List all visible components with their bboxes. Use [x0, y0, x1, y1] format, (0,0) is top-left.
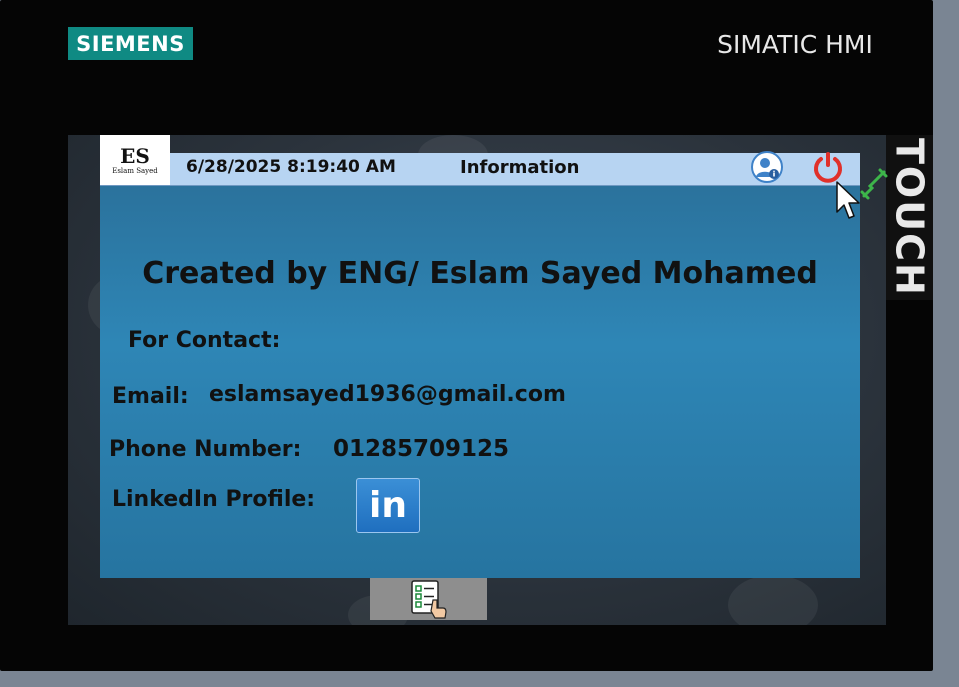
email-value: eslamsayed1936@gmail.com	[209, 382, 566, 407]
user-info-icon	[751, 151, 783, 183]
creator-heading: Created by ENG/ Eslam Sayed Mohamed	[142, 256, 818, 291]
linkedin-button[interactable]: in	[356, 478, 420, 533]
background-bokeh	[728, 575, 818, 625]
linkedin-icon: in	[369, 485, 407, 526]
touch-label-strip: TOUCH	[886, 135, 933, 300]
siemens-logo: SIEMENS	[68, 27, 193, 60]
information-panel	[100, 153, 860, 578]
user-info-button[interactable]	[749, 150, 785, 184]
phone-value: 01285709125	[333, 436, 510, 462]
connection-status-icon	[860, 168, 888, 200]
email-label: Email:	[112, 384, 189, 409]
mouse-cursor-icon	[836, 181, 860, 219]
contact-heading: For Contact:	[128, 328, 281, 353]
checklist-hand-icon	[410, 580, 447, 619]
datetime-display: 6/28/2025 8:19:40 AM	[186, 157, 396, 177]
screen-title: Information	[460, 157, 580, 178]
checklist-nav-button[interactable]	[370, 578, 487, 620]
es-logo: ES Eslam Sayed	[100, 135, 170, 185]
linkedin-label: LinkedIn Profile:	[112, 487, 316, 512]
simatic-hmi-label: SIMATIC HMI	[717, 29, 873, 59]
es-logo-subtitle: Eslam Sayed	[112, 167, 158, 175]
es-logo-letters: ES	[120, 144, 150, 168]
bezel-edge-right	[933, 0, 959, 687]
touch-label: TOUCH	[887, 138, 932, 297]
phone-label: Phone Number:	[109, 437, 302, 462]
bezel-edge-bottom	[0, 671, 959, 687]
